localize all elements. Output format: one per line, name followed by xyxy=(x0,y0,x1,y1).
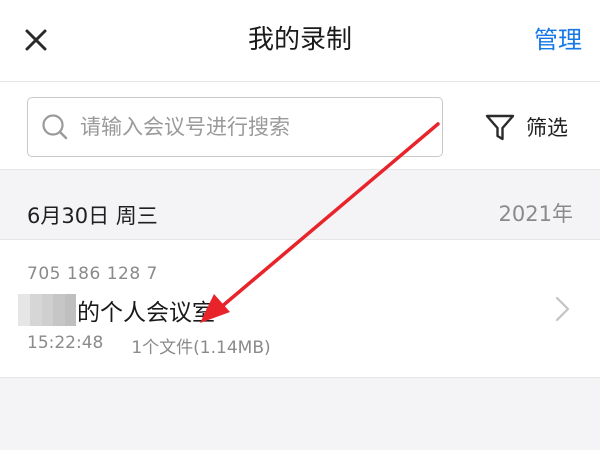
meeting-name: 的个人会议室 xyxy=(77,300,215,326)
close-icon xyxy=(25,29,47,51)
search-box[interactable] xyxy=(27,97,443,157)
recording-time: 15:22:48 xyxy=(27,333,104,353)
group-year: 2021年 xyxy=(498,202,573,226)
meeting-name-row: 的个人会议室 xyxy=(18,292,215,328)
filter-funnel-icon xyxy=(485,114,515,141)
recording-files: 1个文件(1.14MB) xyxy=(131,338,271,358)
filter-label: 筛选 xyxy=(526,116,568,140)
top-bar: 我的录制 管理 xyxy=(0,0,600,82)
group-date: 6月30日 周三 xyxy=(27,204,158,228)
filter-button[interactable]: 筛选 xyxy=(484,110,568,144)
recording-meta: 15:22:48 1个文件(1.14MB) xyxy=(27,333,271,358)
chevron-right-icon xyxy=(555,296,570,322)
manage-button[interactable]: 管理 xyxy=(534,22,582,58)
blurred-username xyxy=(18,294,76,326)
close-button[interactable] xyxy=(18,22,54,58)
page-title: 我的录制 xyxy=(247,25,352,55)
search-input[interactable] xyxy=(80,98,430,155)
date-group-header: 6月30日 周三 2021年 xyxy=(0,170,600,240)
search-bar: 筛选 xyxy=(0,82,600,170)
meeting-id: 705 186 128 7 xyxy=(27,264,158,284)
search-icon xyxy=(42,114,68,140)
recording-list-item[interactable]: 705 186 128 7 的个人会议室 15:22:48 1个文件(1.14M… xyxy=(0,240,600,378)
